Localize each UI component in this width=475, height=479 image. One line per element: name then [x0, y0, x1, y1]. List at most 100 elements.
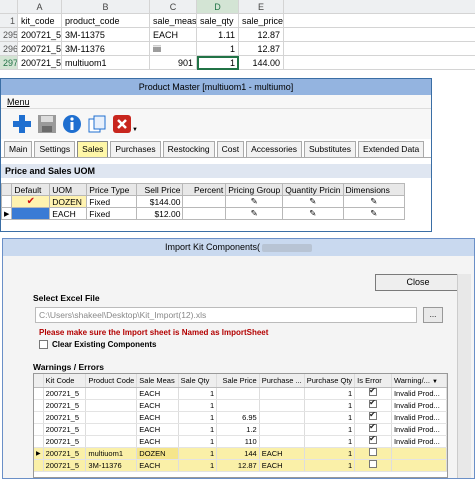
edit-icon[interactable]: ✎: [342, 195, 405, 208]
col-header-d[interactable]: D: [197, 0, 239, 14]
grid-cell[interactable]: [85, 423, 138, 436]
grid-cell[interactable]: 144: [216, 447, 260, 460]
cell[interactable]: sale_meas: [150, 14, 197, 28]
tab-substitutes[interactable]: Substitutes: [303, 141, 357, 157]
tab-restocking[interactable]: Restocking: [162, 141, 215, 157]
grid-cell[interactable]: 1.2: [216, 423, 260, 436]
active-cell[interactable]: 1: [197, 56, 239, 70]
grid-cell[interactable]: Invalid Prod...: [391, 399, 447, 412]
grid-cell-type[interactable]: Fixed: [86, 207, 138, 220]
grid-cell[interactable]: EACH: [136, 459, 179, 472]
edit-icon[interactable]: ✎: [342, 207, 405, 220]
browse-button[interactable]: ...: [423, 307, 443, 323]
edit-icon[interactable]: ✎: [282, 207, 344, 220]
grid-cell[interactable]: 1: [304, 435, 356, 448]
grid-header[interactable]: Sale Price: [216, 374, 260, 388]
grid-cell-percent[interactable]: [182, 195, 227, 208]
grid-cell[interactable]: 1: [178, 399, 218, 412]
is-error-checkbox[interactable]: [354, 447, 392, 460]
grid-cell[interactable]: EACH: [136, 387, 179, 400]
grid-cell[interactable]: 1: [178, 435, 218, 448]
grid-header[interactable]: Dimensions: [342, 183, 405, 196]
tab-main[interactable]: Main: [4, 141, 33, 157]
cell[interactable]: 200721_5: [18, 28, 62, 42]
is-error-checkbox[interactable]: [354, 399, 392, 412]
grid-cell[interactable]: [85, 435, 138, 448]
row-selector[interactable]: [34, 435, 44, 448]
grid-row[interactable]: ▶ EACH Fixed $12.00 ✎ ✎ ✎: [0, 207, 405, 220]
grid-cell[interactable]: 1: [304, 387, 356, 400]
grid-cell[interactable]: 1: [304, 411, 356, 424]
clear-existing-checkbox[interactable]: Clear Existing Components: [39, 340, 156, 349]
edit-icon[interactable]: ✎: [282, 195, 344, 208]
grid-cell[interactable]: 1: [304, 447, 356, 460]
tab-sales[interactable]: Sales: [77, 141, 109, 157]
grid-cell[interactable]: [85, 411, 138, 424]
cell[interactable]: iiii: [150, 42, 197, 56]
row-header[interactable]: 297: [0, 56, 18, 70]
grid-cell[interactable]: EACH: [136, 399, 179, 412]
grid-cell[interactable]: [391, 447, 447, 460]
grid-header[interactable]: UOM: [49, 183, 88, 196]
grid-row-highlighted[interactable]: 200721_5 3M-11376 EACH 1 12.87 EACH 1: [34, 459, 447, 472]
grid-cell[interactable]: 1: [178, 423, 218, 436]
edit-icon[interactable]: ✎: [225, 207, 284, 220]
grid-cell-price[interactable]: $144.00: [136, 195, 184, 208]
grid-row[interactable]: 200721_5 EACH 1 1 Invalid Prod...: [34, 387, 447, 400]
grid-header[interactable]: Is Error: [354, 374, 392, 388]
grid-cell[interactable]: 1: [178, 459, 218, 472]
is-error-checkbox[interactable]: [354, 423, 392, 436]
grid-cell[interactable]: 6.95: [216, 411, 260, 424]
col-header-e[interactable]: E: [239, 0, 284, 14]
is-error-checkbox[interactable]: [354, 411, 392, 424]
grid-cell[interactable]: EACH: [259, 447, 305, 460]
cell[interactable]: multiuom1: [62, 56, 150, 70]
save-button[interactable]: [36, 113, 58, 135]
grid-cell-price[interactable]: $12.00: [136, 207, 184, 220]
cell[interactable]: 12.87: [239, 28, 284, 42]
grid-header[interactable]: Sale Meas: [136, 374, 179, 388]
grid-header[interactable]: Sale Qty: [178, 374, 218, 388]
grid-row[interactable]: ✔ DOZEN Fixed $144.00 ✎ ✎ ✎: [0, 195, 405, 208]
grid-cell[interactable]: 3M-11376: [85, 459, 138, 472]
info-button[interactable]: [61, 113, 83, 135]
col-header-b[interactable]: B: [62, 0, 150, 14]
grid-header[interactable]: Price Type: [86, 183, 138, 196]
grid-cell[interactable]: 110: [216, 435, 260, 448]
grid-cell[interactable]: 12.87: [216, 459, 260, 472]
grid-cell[interactable]: 200721_5: [43, 387, 87, 400]
cell[interactable]: EACH: [150, 28, 197, 42]
checkmark-icon[interactable]: ✔: [11, 195, 51, 208]
grid-cell[interactable]: Invalid Prod...: [391, 435, 447, 448]
cell[interactable]: sale_price: [239, 14, 284, 28]
row-pointer-icon[interactable]: ▶: [0, 207, 13, 220]
copy-button[interactable]: [86, 113, 108, 135]
grid-cell[interactable]: [216, 387, 260, 400]
grid-cell[interactable]: [85, 387, 138, 400]
col-header-c[interactable]: C: [150, 0, 197, 14]
grid-row[interactable]: 200721_5 EACH 1 110 1 Invalid Prod...: [34, 435, 447, 448]
tab-accessories[interactable]: Accessories: [246, 141, 302, 157]
grid-cell[interactable]: Invalid Prod...: [391, 411, 447, 424]
add-button[interactable]: [11, 113, 33, 135]
tab-settings[interactable]: Settings: [34, 141, 76, 157]
close-button[interactable]: Close: [375, 274, 461, 291]
grid-cell[interactable]: 200721_5: [43, 459, 87, 472]
grid-cell[interactable]: [259, 411, 305, 424]
tab-purchases[interactable]: Purchases: [110, 141, 161, 157]
file-path-input[interactable]: C:\Users\shakeel\Desktop\Kit_Import(12).…: [35, 307, 417, 323]
row-selector[interactable]: [34, 459, 44, 472]
grid-cell-type[interactable]: Fixed: [86, 195, 138, 208]
grid-cell[interactable]: [259, 387, 305, 400]
cell[interactable]: 12.87: [239, 42, 284, 56]
grid-cell[interactable]: [391, 459, 447, 472]
row-selector[interactable]: [34, 411, 44, 424]
grid-header[interactable]: Purchase ...: [259, 374, 305, 388]
menu-item[interactable]: Menu: [7, 97, 30, 107]
tab-cost[interactable]: Cost: [216, 141, 245, 157]
grid-cell[interactable]: 200721_5: [43, 447, 87, 460]
tab-extended-data[interactable]: Extended Data: [358, 141, 425, 157]
grid-header[interactable]: Sell Price: [136, 183, 184, 196]
grid-cell[interactable]: 1: [178, 387, 218, 400]
grid-cell-uom[interactable]: DOZEN: [49, 195, 88, 208]
